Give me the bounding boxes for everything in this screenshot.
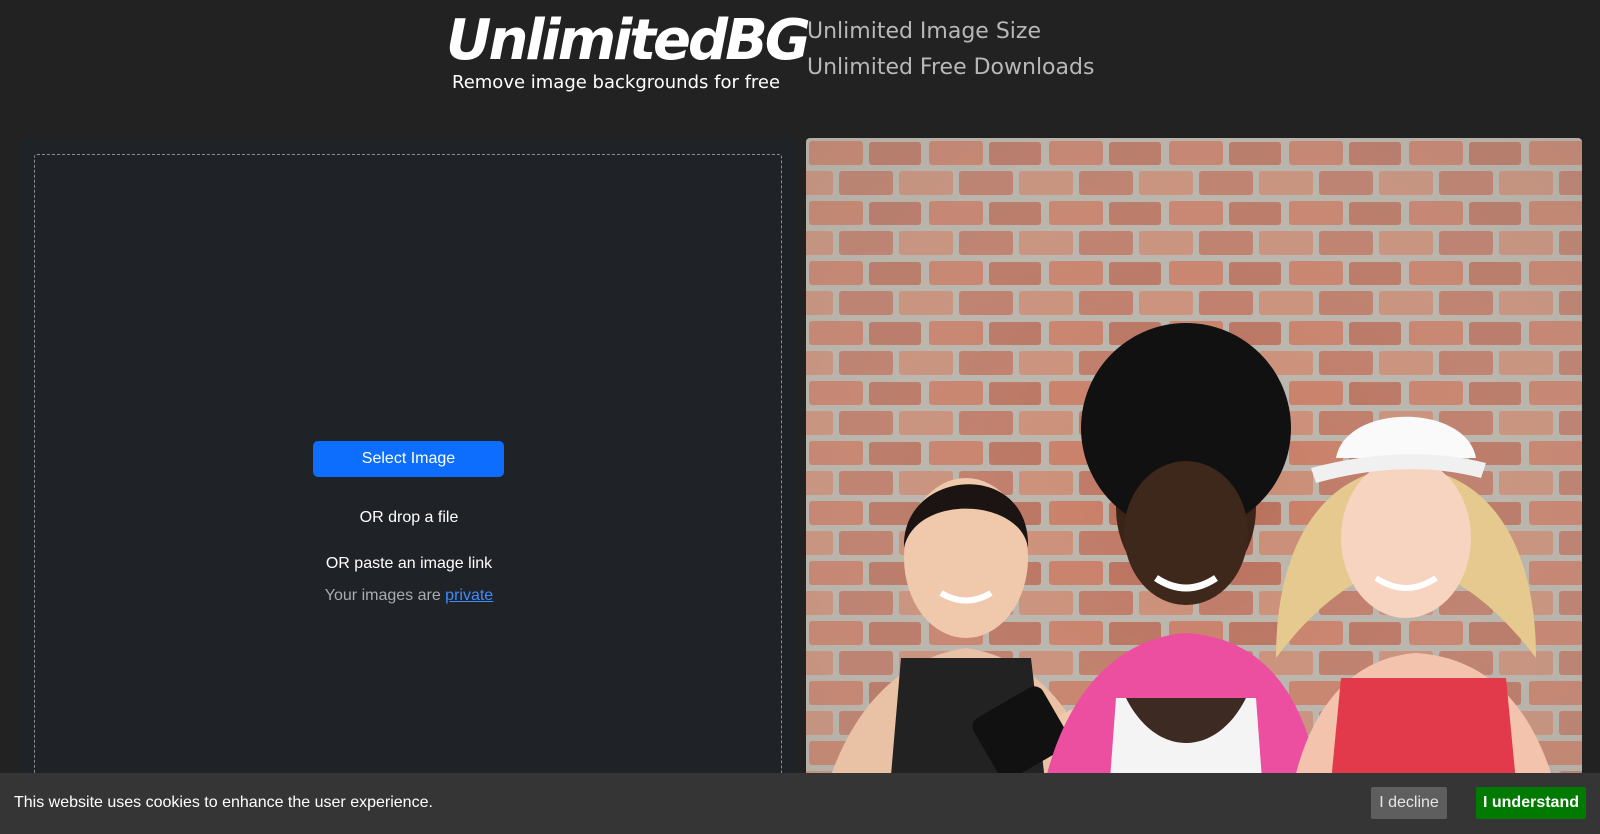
select-image-button[interactable]: Select Image bbox=[313, 441, 504, 477]
privacy-note-text: Your images are bbox=[324, 587, 441, 604]
sample-photo bbox=[806, 138, 1582, 834]
site-tagline: Remove image backgrounds for free bbox=[452, 72, 781, 93]
upload-panel: Select Image OR drop a file OR paste an … bbox=[20, 138, 796, 834]
site-header: UnlimitedBG Remove image backgrounds for… bbox=[0, 0, 1600, 130]
feature-list: Unlimited Image Size Unlimited Free Down… bbox=[807, 14, 1094, 86]
paste-link-hint[interactable]: OR paste an image link bbox=[35, 555, 783, 573]
drop-file-hint: OR drop a file bbox=[359, 509, 459, 526]
feature-item-image-size: Unlimited Image Size bbox=[807, 19, 1041, 44]
cookie-message: This website uses cookies to enhance the… bbox=[14, 794, 433, 811]
site-logo[interactable]: UnlimitedBG bbox=[446, 8, 811, 73]
file-drop-zone[interactable]: Select Image OR drop a file OR paste an … bbox=[34, 154, 782, 834]
accept-cookies-button[interactable]: I understand bbox=[1476, 787, 1586, 819]
privacy-link[interactable]: private bbox=[445, 587, 493, 604]
feature-item-free-downloads: Unlimited Free Downloads bbox=[807, 55, 1095, 80]
cookie-consent-bar: This website uses cookies to enhance the… bbox=[0, 773, 1600, 834]
decline-cookies-button[interactable]: I decline bbox=[1371, 787, 1447, 819]
privacy-note: Your images are private bbox=[35, 587, 783, 605]
